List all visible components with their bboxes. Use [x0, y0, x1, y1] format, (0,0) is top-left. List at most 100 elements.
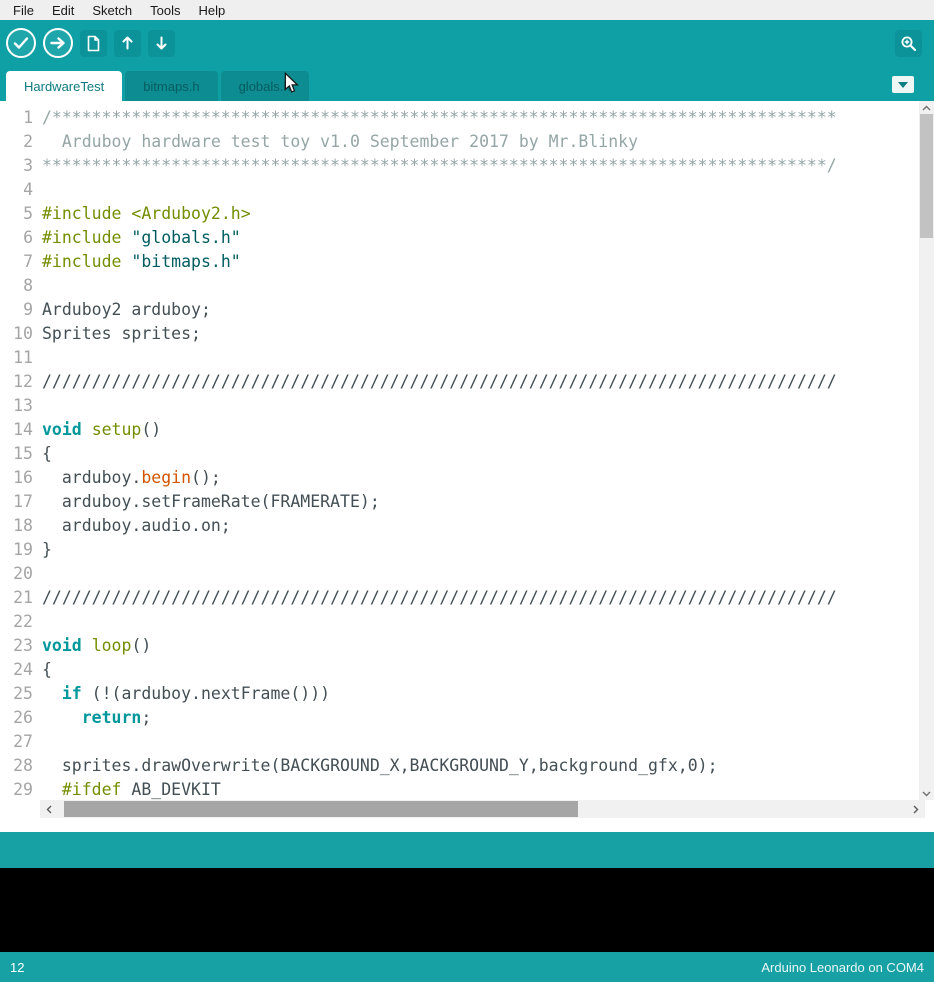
code-line: 1/**************************************…: [0, 106, 934, 130]
code-text: return;: [33, 706, 151, 730]
scroll-up-button[interactable]: [919, 101, 934, 114]
code-text: ****************************************…: [33, 154, 837, 178]
code-text: if (!(arduboy.nextFrame())): [33, 682, 330, 706]
code-text: /***************************************…: [33, 106, 837, 130]
board-port-label: Arduino Leonardo on COM4: [761, 960, 924, 975]
code-line: 4: [0, 178, 934, 202]
line-number: 4: [0, 178, 33, 202]
code-text: arduboy.setFrameRate(FRAMERATE);: [33, 490, 380, 514]
vertical-scrollbar[interactable]: [919, 101, 934, 800]
code-line: 23void loop(): [0, 634, 934, 658]
line-number: 27: [0, 730, 33, 754]
line-number: 22: [0, 610, 33, 634]
code-line: 11: [0, 346, 934, 370]
code-line: 6#include "globals.h": [0, 226, 934, 250]
menu-bar: FileEditSketchToolsHelp: [0, 0, 934, 20]
code-text: #ifdef AB_DEVKIT: [33, 778, 221, 800]
code-text: Arduboy hardware test toy v1.0 September…: [33, 130, 638, 154]
code-text: [33, 394, 42, 418]
code-text: void loop(): [33, 634, 151, 658]
code-line: 21//////////////////////////////////////…: [0, 586, 934, 610]
tab-bitmaps-h[interactable]: bitmaps.h: [125, 71, 217, 101]
line-number: 25: [0, 682, 33, 706]
document-icon: [86, 35, 101, 52]
scroll-left-button[interactable]: [40, 800, 58, 818]
code-line: 7#include "bitmaps.h": [0, 250, 934, 274]
code-editor[interactable]: 1/**************************************…: [0, 101, 934, 800]
tab-strip: HardwareTestbitmaps.hglobals.h: [6, 66, 309, 101]
current-line-indicator: 12: [10, 960, 24, 975]
line-number: 2: [0, 130, 33, 154]
arrow-right-icon: [50, 36, 66, 50]
chevron-down-icon: [898, 82, 908, 88]
horizontal-scrollbar-thumb[interactable]: [64, 801, 578, 817]
code-text: {: [33, 442, 52, 466]
line-number: 17: [0, 490, 33, 514]
menu-item-edit[interactable]: Edit: [43, 0, 83, 20]
line-number: 28: [0, 754, 33, 778]
line-number: 23: [0, 634, 33, 658]
tab-hardwaretest[interactable]: HardwareTest: [6, 71, 122, 101]
line-number: 5: [0, 202, 33, 226]
horizontal-scrollbar-track[interactable]: [58, 800, 907, 818]
line-number: 6: [0, 226, 33, 250]
vertical-scrollbar-thumb[interactable]: [920, 114, 933, 238]
code-text: #include "bitmaps.h": [33, 250, 241, 274]
code-line: 14void setup(): [0, 418, 934, 442]
code-text: arduboy.begin();: [33, 466, 221, 490]
toolbar: [0, 20, 934, 66]
scroll-right-button[interactable]: [907, 800, 925, 818]
code-line: 29 #ifdef AB_DEVKIT: [0, 778, 934, 800]
code-line: 15{: [0, 442, 934, 466]
line-number: 16: [0, 466, 33, 490]
code-line: 10Sprites sprites;: [0, 322, 934, 346]
tab-bar: HardwareTestbitmaps.hglobals.h: [0, 66, 934, 101]
code-line: 8: [0, 274, 934, 298]
code-line: 24{: [0, 658, 934, 682]
menu-item-tools[interactable]: Tools: [141, 0, 189, 20]
tab-globals-h[interactable]: globals.h: [221, 71, 309, 101]
console-output: [0, 868, 934, 952]
code-text: sprites.drawOverwrite(BACKGROUND_X,BACKG…: [33, 754, 718, 778]
line-number: 12: [0, 370, 33, 394]
arduino-ide-window: FileEditSketchToolsHelp: [0, 0, 934, 982]
code-text: ////////////////////////////////////////…: [33, 586, 837, 610]
menu-item-sketch[interactable]: Sketch: [83, 0, 141, 20]
open-sketch-button[interactable]: [114, 30, 141, 57]
line-number: 21: [0, 586, 33, 610]
line-number: 3: [0, 154, 33, 178]
menu-item-help[interactable]: Help: [189, 0, 234, 20]
line-number: 19: [0, 538, 33, 562]
check-icon: [13, 36, 29, 50]
horizontal-scrollbar[interactable]: [40, 800, 925, 818]
line-number: 24: [0, 658, 33, 682]
code-line: 2 Arduboy hardware test toy v1.0 Septemb…: [0, 130, 934, 154]
menu-item-file[interactable]: File: [4, 0, 43, 20]
code-line: 22: [0, 610, 934, 634]
line-number: 18: [0, 514, 33, 538]
line-number: 9: [0, 298, 33, 322]
code-line: 20: [0, 562, 934, 586]
line-number: 8: [0, 274, 33, 298]
arrow-down-icon: [154, 35, 169, 51]
line-number: 10: [0, 322, 33, 346]
code-lines: 1/**************************************…: [0, 101, 934, 800]
hscroll-row: [0, 800, 934, 818]
scroll-down-button[interactable]: [919, 787, 934, 800]
line-number: 1: [0, 106, 33, 130]
line-number: 7: [0, 250, 33, 274]
verify-button[interactable]: [6, 28, 36, 58]
line-number: 11: [0, 346, 33, 370]
save-button[interactable]: [148, 30, 175, 57]
line-number: 15: [0, 442, 33, 466]
serial-monitor-button[interactable]: [895, 30, 922, 57]
status-message-band: [0, 832, 934, 868]
tab-list-dropdown-button[interactable]: [892, 76, 914, 93]
new-sketch-button[interactable]: [80, 30, 107, 57]
code-text: [33, 274, 42, 298]
code-line: 9Arduboy2 arduboy;: [0, 298, 934, 322]
status-bar: 12 Arduino Leonardo on COM4: [0, 952, 934, 982]
upload-button[interactable]: [43, 28, 73, 58]
code-text: [33, 346, 42, 370]
code-text: [33, 562, 42, 586]
